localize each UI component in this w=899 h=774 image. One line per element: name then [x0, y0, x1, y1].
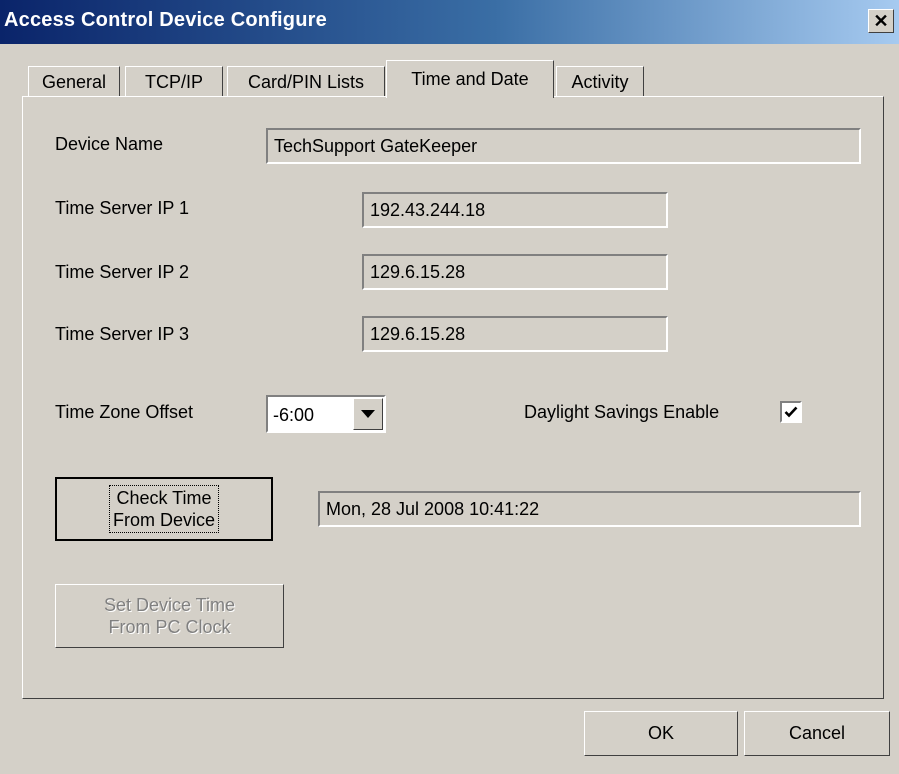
dst-label: Daylight Savings Enable — [524, 402, 720, 422]
ok-button-label: OK — [647, 723, 674, 743]
check-time-line2: From Device — [112, 510, 215, 530]
tab-activity-label: Activity — [571, 72, 629, 92]
device-name-label: Device Name — [55, 134, 164, 154]
dst-checkbox[interactable] — [780, 401, 802, 423]
set-device-time-button[interactable]: Set Device Time From PC Clock — [55, 584, 284, 648]
time-server-1-label: Time Server IP 1 — [55, 198, 190, 218]
tab-tcp-ip[interactable]: TCP/IP — [125, 66, 223, 98]
set-time-line1: Set Device Time — [103, 595, 236, 615]
tab-card-pin-lists[interactable]: Card/PIN Lists — [227, 66, 385, 98]
timezone-label: Time Zone Offset — [55, 402, 194, 422]
tab-activity[interactable]: Activity — [556, 66, 644, 98]
tab-tcp-ip-label: TCP/IP — [144, 72, 203, 92]
check-time-button[interactable]: Check Time From Device — [55, 477, 273, 541]
checkmark-icon — [784, 406, 798, 418]
timezone-select-value: -6:00 — [273, 405, 315, 425]
time-server-1-field[interactable]: 192.43.244.18 — [362, 192, 668, 228]
time-server-2-field[interactable]: 129.6.15.28 — [362, 254, 668, 290]
tab-card-pin-lists-label: Card/PIN Lists — [247, 72, 365, 92]
device-name-field[interactable]: TechSupport GateKeeper — [266, 128, 861, 164]
dialog-window: Access Control Device Configure ✕ Genera… — [0, 0, 899, 774]
time-server-2-label: Time Server IP 2 — [55, 262, 190, 282]
check-time-line1: Check Time — [116, 488, 212, 508]
tab-general[interactable]: General — [28, 66, 120, 98]
close-icon: ✕ — [873, 11, 889, 31]
tab-time-and-date[interactable]: Time and Date — [386, 60, 554, 98]
tab-time-and-date-label: Time and Date — [411, 69, 529, 89]
time-server-3-field[interactable]: 129.6.15.28 — [362, 316, 668, 352]
tab-general-label: General — [41, 72, 107, 92]
timezone-select[interactable]: -6:00 — [266, 395, 386, 433]
close-button[interactable]: ✕ — [868, 9, 894, 33]
window-title: Access Control Device Configure — [4, 9, 327, 31]
ok-button[interactable]: OK — [584, 711, 738, 756]
title-bar[interactable]: Access Control Device Configure ✕ — [0, 0, 899, 44]
set-time-line2: From PC Clock — [108, 617, 231, 637]
focus-ring: Check Time From Device — [108, 485, 219, 533]
timezone-dropdown-button[interactable] — [353, 398, 383, 430]
device-time-field[interactable]: Mon, 28 Jul 2008 10:41:22 — [318, 491, 861, 527]
time-server-3-label: Time Server IP 3 — [55, 324, 190, 344]
chevron-down-icon — [361, 410, 375, 418]
cancel-button[interactable]: Cancel — [744, 711, 890, 756]
cancel-button-label: Cancel — [788, 723, 846, 743]
